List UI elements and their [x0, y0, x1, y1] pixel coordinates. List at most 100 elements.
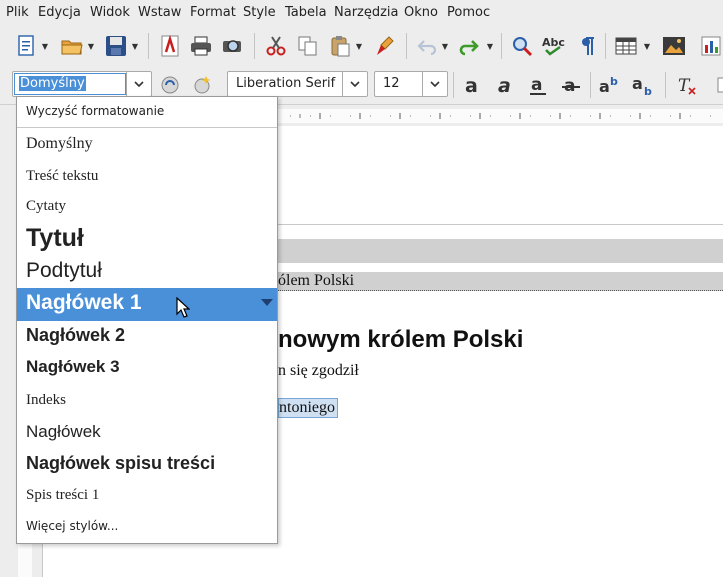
toolbar-separator [665, 72, 666, 98]
style-item-contents-1[interactable]: Spis treści 1 [17, 481, 277, 512]
redo-dropdown-arrow[interactable]: ▼ [485, 32, 495, 60]
toc-header-shading [278, 239, 723, 263]
toolbar-separator [406, 33, 407, 59]
style-dropdown-button[interactable] [126, 72, 151, 96]
svg-text:a: a [632, 74, 643, 93]
style-item-label: Tytuł [26, 224, 84, 252]
clone-formatting-icon[interactable] [372, 32, 400, 60]
menu-edit[interactable]: Edycja [38, 5, 81, 20]
menu-format[interactable]: Format [190, 5, 236, 20]
strikethrough-icon[interactable]: a [557, 71, 585, 99]
open-folder-icon[interactable] [58, 32, 86, 60]
toolbar-separator [254, 33, 255, 59]
font-size-box[interactable]: 12 [374, 71, 448, 97]
save-icon[interactable] [102, 32, 130, 60]
toolbar-separator [148, 33, 149, 59]
paste-icon[interactable] [326, 32, 354, 60]
toolbar-more-icon[interactable] [707, 71, 723, 99]
menu-help[interactable]: Pomoc [447, 5, 490, 20]
find-replace-icon[interactable] [508, 32, 536, 60]
insert-table-icon[interactable] [612, 32, 640, 60]
style-item-label: Nagłówek 3 [26, 357, 120, 376]
new-dropdown-arrow[interactable]: ▼ [40, 32, 50, 60]
style-item-heading-1[interactable]: Nagłówek 1 [17, 288, 277, 321]
style-item-contents-heading[interactable]: Nagłówek spisu treści [17, 448, 277, 481]
font-dropdown-button[interactable] [342, 72, 367, 96]
style-item-label: Podtytuł [26, 259, 102, 282]
table-dropdown-arrow[interactable]: ▼ [642, 32, 652, 60]
font-size-value: 12 [383, 76, 400, 91]
chevron-down-icon [134, 81, 144, 87]
more-styles-item[interactable]: Więcej stylów... [17, 512, 277, 543]
redo-icon[interactable] [455, 32, 483, 60]
paste-dropdown-arrow[interactable]: ▼ [354, 32, 364, 60]
style-item-quotations[interactable]: Cytaty [17, 191, 277, 221]
toc-entry[interactable]: ólem Polski [278, 272, 723, 291]
cut-icon[interactable] [262, 32, 290, 60]
print-preview-icon[interactable] [219, 32, 247, 60]
document-field[interactable]: ntoniego [278, 398, 338, 418]
menu-bar: Plik Edycja Widok Wstaw Format Style Tab… [0, 0, 723, 26]
subscript-icon[interactable]: ab [630, 71, 658, 99]
style-item-text-body[interactable]: Treść tekstu [17, 160, 277, 191]
underline-icon[interactable]: a [524, 71, 552, 99]
toolbar-separator [501, 33, 502, 59]
toolbar-separator [453, 72, 454, 98]
open-dropdown-arrow[interactable]: ▼ [86, 32, 96, 60]
document-body-line[interactable]: n się zgodził [278, 362, 359, 380]
style-item-menu-arrow-icon[interactable] [261, 299, 273, 307]
clear-formatting-item[interactable]: Wyczyść formatowanie [17, 97, 277, 128]
clear-formatting-label: Wyczyść formatowanie [26, 104, 165, 118]
style-item-heading-2[interactable]: Nagłówek 2 [17, 321, 277, 353]
paragraph-style-dropdown: Wyczyść formatowanie Domyślny Treść teks… [16, 96, 278, 544]
menu-table[interactable]: Tabela [285, 5, 327, 20]
chevron-down-icon [430, 81, 440, 87]
more-styles-label: Więcej stylów... [26, 519, 119, 533]
font-name-value: Liberation Serif [236, 76, 336, 91]
undo-icon[interactable] [413, 32, 441, 60]
style-item-label: Spis treści 1 [26, 487, 100, 503]
undo-dropdown-arrow[interactable]: ▼ [440, 32, 450, 60]
font-name-box[interactable]: Liberation Serif [227, 71, 368, 97]
menu-styles[interactable]: Style [243, 5, 276, 20]
paragraph-style-box[interactable]: Domyślny [12, 71, 152, 97]
spellcheck-icon[interactable]: Abc [540, 32, 568, 60]
style-item-heading[interactable]: Nagłówek [17, 416, 277, 448]
update-style-icon[interactable] [156, 71, 184, 99]
style-item-label: Nagłówek 2 [26, 325, 126, 345]
spellcheck-label: Abc [542, 36, 565, 49]
bold-icon[interactable]: a [458, 71, 486, 99]
new-style-icon[interactable] [188, 71, 216, 99]
print-icon[interactable] [187, 32, 215, 60]
menu-tools[interactable]: Narzędzia [334, 5, 399, 20]
menu-insert[interactable]: Wstaw [138, 5, 181, 20]
svg-text:a: a [498, 75, 511, 96]
style-item-label: Treść tekstu [26, 168, 99, 184]
style-name-input[interactable]: Domyślny [14, 73, 126, 95]
text-boundary-line [278, 224, 723, 225]
mouse-cursor-icon [176, 297, 190, 318]
svg-text:b: b [610, 75, 618, 88]
menu-file[interactable]: Plik [6, 5, 29, 20]
menu-view[interactable]: Widok [90, 5, 130, 20]
style-item-default[interactable]: Domyślny [17, 128, 277, 159]
menu-window[interactable]: Okno [404, 5, 438, 20]
italic-icon[interactable]: a [491, 71, 519, 99]
document-heading[interactable]: nowym królem Polski [278, 326, 523, 354]
insert-chart-icon[interactable] [697, 32, 723, 60]
style-item-subtitle[interactable]: Podtytuł [17, 257, 277, 288]
style-item-label: Nagłówek [26, 422, 101, 441]
font-size-dropdown-button[interactable] [422, 72, 447, 96]
export-pdf-icon[interactable] [156, 32, 184, 60]
clear-formatting-icon[interactable]: T [672, 71, 700, 99]
style-item-heading-3[interactable]: Nagłówek 3 [17, 353, 277, 384]
insert-image-icon[interactable] [660, 32, 688, 60]
superscript-icon[interactable]: ab [597, 71, 625, 99]
formatting-marks-icon[interactable] [574, 32, 602, 60]
save-dropdown-arrow[interactable]: ▼ [130, 32, 140, 60]
style-item-title[interactable]: Tytuł [17, 221, 277, 257]
new-document-icon[interactable] [12, 32, 40, 60]
style-item-index[interactable]: Indeks [17, 384, 277, 416]
svg-text:a: a [531, 75, 542, 95]
copy-icon[interactable] [294, 32, 322, 60]
